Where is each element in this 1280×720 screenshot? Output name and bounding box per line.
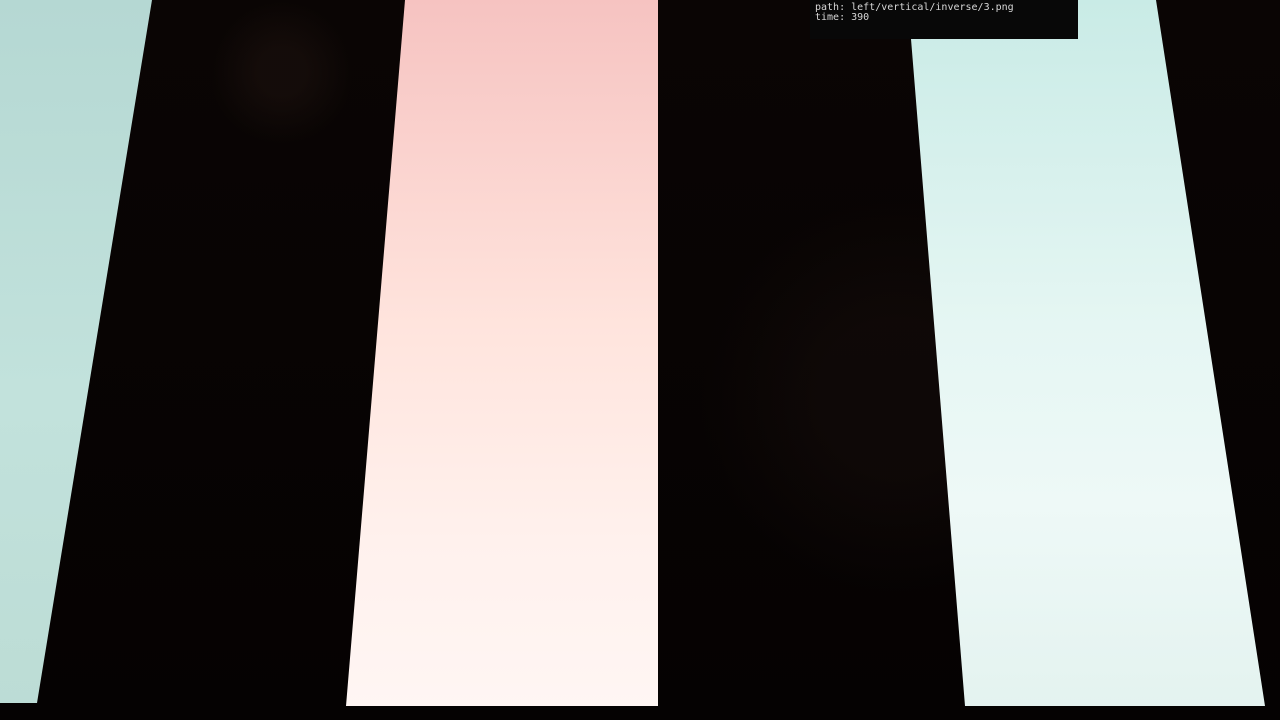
right-stripe-panel <box>911 0 1265 706</box>
time-text: time: 390 <box>815 12 870 23</box>
camera-view: path: left/vertical/inverse/3.png time: … <box>0 0 1280 720</box>
left-stripe-panel <box>0 0 152 703</box>
middle-stripe-panel <box>346 0 658 706</box>
